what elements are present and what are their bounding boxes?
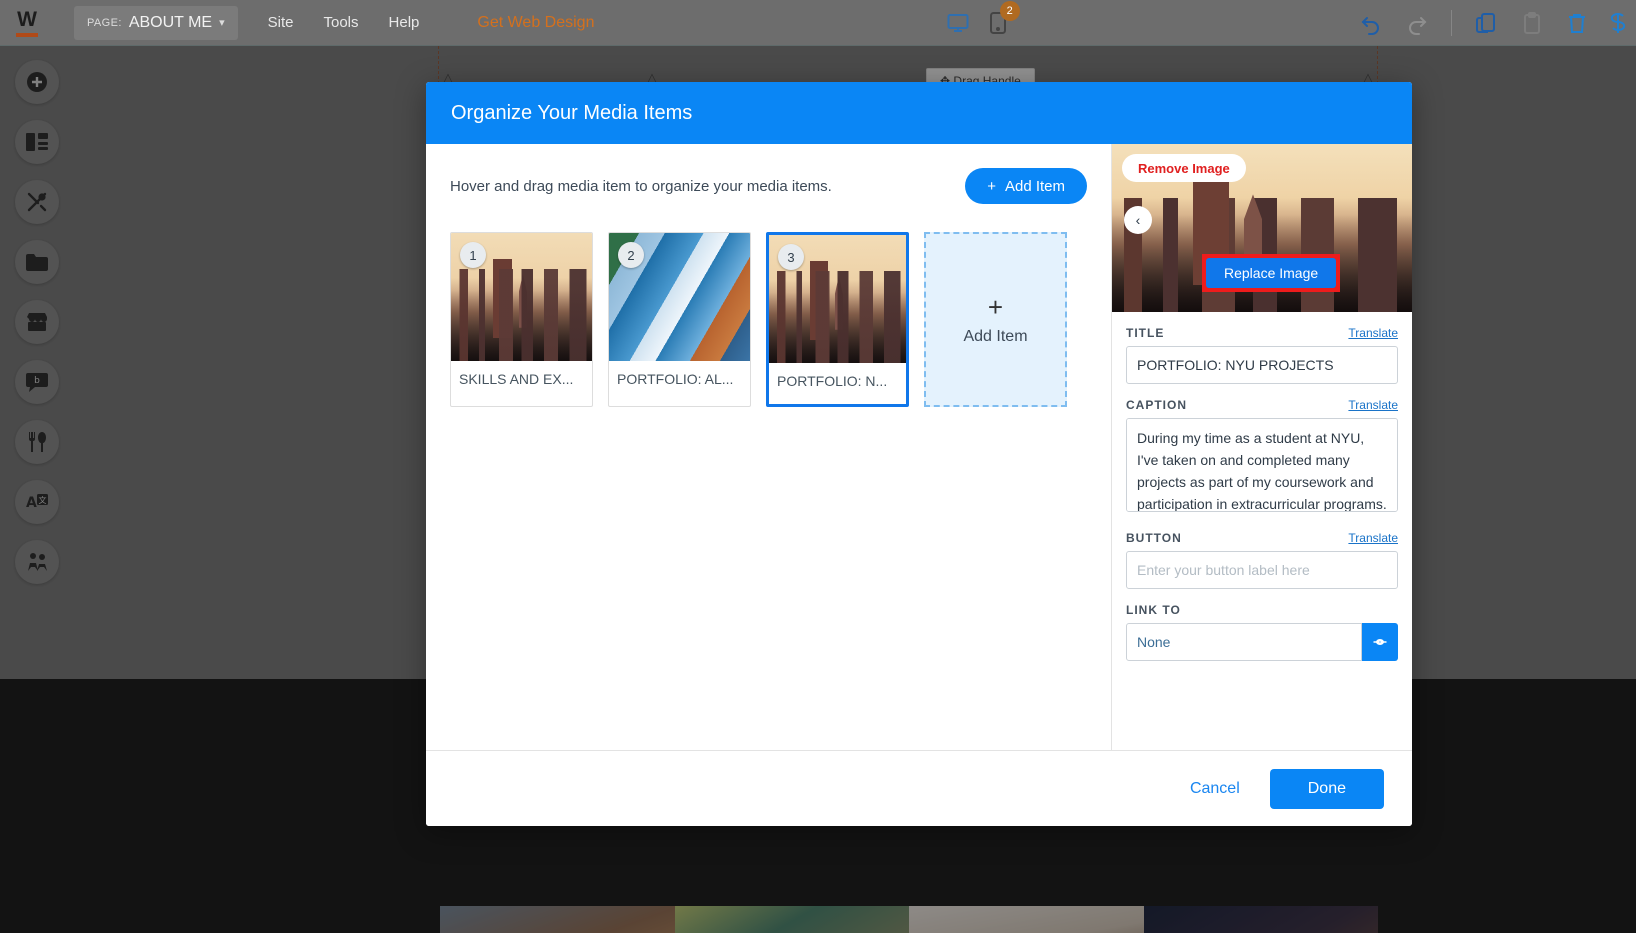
- modal-header: Organize Your Media Items: [426, 82, 1412, 144]
- caption-translate-link[interactable]: Translate: [1348, 398, 1398, 412]
- media-order-badge-2: 2: [618, 242, 644, 268]
- top-toolbar: W PAGE: ABOUT ME ▾ Site Tools Help Get W…: [0, 0, 1636, 46]
- trash-icon[interactable]: [1566, 11, 1588, 35]
- button-translate-link[interactable]: Translate: [1348, 531, 1398, 545]
- page-selector[interactable]: PAGE: ABOUT ME ▾: [74, 5, 238, 40]
- title-translate-link[interactable]: Translate: [1348, 326, 1398, 340]
- device-preview-group: 2: [946, 0, 1020, 35]
- link-to-label: LINK TO: [1126, 603, 1181, 617]
- media-order-badge-1: 1: [460, 242, 486, 268]
- media-thumbnail-2: 2: [609, 233, 750, 361]
- app-logo-letter: W: [17, 7, 37, 31]
- image-preview: Remove Image ‹ Replace Image: [1112, 144, 1412, 312]
- link-to-row: [1126, 623, 1398, 661]
- link-field-block: LINK TO: [1126, 603, 1398, 661]
- modal-title: Organize Your Media Items: [451, 101, 693, 124]
- media-thumbnail-3: 3: [769, 235, 906, 363]
- thumb-spire-shape-3: [834, 275, 843, 330]
- undo-icon[interactable]: [1359, 11, 1383, 35]
- thumb-tower-shape-3: [810, 260, 828, 340]
- menu-help[interactable]: Help: [389, 14, 420, 31]
- media-thumbnail-1: 1: [451, 233, 592, 361]
- thumb-tower-shape: [493, 258, 512, 338]
- mobile-preview-icon[interactable]: 2: [988, 0, 1020, 35]
- media-fields: TITLE Translate CAPTION Translate: [1112, 312, 1412, 750]
- get-web-design-link[interactable]: Get Web Design: [477, 14, 594, 32]
- previous-image-button[interactable]: ‹: [1124, 206, 1152, 234]
- caption-label: CAPTION: [1126, 398, 1187, 412]
- link-chain-icon[interactable]: [1362, 623, 1398, 661]
- save-icon[interactable]: [1610, 11, 1626, 35]
- cancel-button[interactable]: Cancel: [1184, 779, 1246, 799]
- media-list-panel: Hover and drag media item to organize yo…: [426, 144, 1112, 750]
- remove-image-button[interactable]: Remove Image: [1122, 154, 1246, 182]
- media-list-hint: Hover and drag media item to organize yo…: [450, 177, 832, 195]
- button-label: BUTTON: [1126, 531, 1182, 545]
- button-field-block: BUTTON Translate: [1126, 531, 1398, 589]
- copy-icon[interactable]: [1474, 11, 1498, 35]
- organize-media-modal: Organize Your Media Items Hover and drag…: [426, 82, 1412, 826]
- media-list-header: Hover and drag media item to organize yo…: [450, 168, 1087, 204]
- title-input[interactable]: [1126, 346, 1398, 384]
- plus-icon: +: [987, 177, 996, 195]
- button-label-input[interactable]: [1126, 551, 1398, 589]
- link-to-input[interactable]: [1126, 623, 1363, 661]
- button-field-header: BUTTON Translate: [1126, 531, 1398, 545]
- paste-icon[interactable]: [1520, 11, 1544, 35]
- title-field-block: TITLE Translate: [1126, 326, 1398, 384]
- app-logo-underline: [16, 32, 38, 37]
- redo-icon[interactable]: [1405, 11, 1429, 35]
- media-card-2[interactable]: 2 PORTFOLIO: AL...: [608, 232, 751, 407]
- add-item-button[interactable]: + Add Item: [965, 168, 1087, 204]
- modal-body: Hover and drag media item to organize yo…: [426, 144, 1412, 750]
- app-root: △ △ △ ✥ Drag Handle W PAGE: ABOUT ME ▾ S…: [0, 0, 1636, 933]
- media-card-title-1: SKILLS AND EX...: [459, 371, 574, 387]
- add-item-card-label: Add Item: [963, 327, 1028, 345]
- title-field-header: TITLE Translate: [1126, 326, 1398, 340]
- caption-textarea[interactable]: [1126, 418, 1398, 512]
- media-card-3[interactable]: 3 PORTFOLIO: N...: [766, 232, 909, 407]
- page-selector-label: PAGE:: [87, 16, 122, 29]
- add-item-button-label: Add Item: [1004, 177, 1065, 195]
- replace-image-highlight: Replace Image: [1202, 254, 1341, 292]
- mobile-badge: 2: [999, 0, 1020, 21]
- menu-site[interactable]: Site: [268, 14, 294, 31]
- title-label: TITLE: [1126, 326, 1165, 340]
- replace-image-button[interactable]: Replace Image: [1206, 258, 1337, 288]
- app-logo[interactable]: W: [0, 0, 54, 46]
- chevron-down-icon: ▾: [219, 17, 225, 29]
- done-button[interactable]: Done: [1269, 768, 1384, 809]
- toolbar-divider: [1451, 9, 1452, 36]
- edit-tools-group: [1359, 9, 1636, 36]
- media-card-title-3: PORTFOLIO: N...: [777, 373, 888, 389]
- media-card-title-2: PORTFOLIO: AL...: [617, 371, 734, 387]
- link-field-header: LINK TO: [1126, 603, 1398, 617]
- add-item-card-plus-icon: +: [987, 291, 1004, 322]
- page-selector-value: ABOUT ME: [128, 13, 213, 31]
- menu-tools[interactable]: Tools: [323, 14, 358, 31]
- thumb-spire-shape: [518, 273, 528, 328]
- caption-field-block: CAPTION Translate: [1126, 398, 1398, 517]
- media-card-1[interactable]: 1 SKILLS AND EX...: [450, 232, 593, 407]
- desktop-preview-icon[interactable]: [946, 11, 970, 35]
- caption-field-header: CAPTION Translate: [1126, 398, 1398, 412]
- media-grid: 1 SKILLS AND EX... 2 PORTFOLIO: AL... 3 …: [450, 232, 1087, 407]
- media-order-badge-3: 3: [778, 244, 804, 270]
- add-item-card[interactable]: + Add Item: [924, 232, 1067, 407]
- media-detail-panel: Remove Image ‹ Replace Image TITLE Trans…: [1112, 144, 1412, 750]
- modal-footer: Cancel Done: [426, 750, 1412, 826]
